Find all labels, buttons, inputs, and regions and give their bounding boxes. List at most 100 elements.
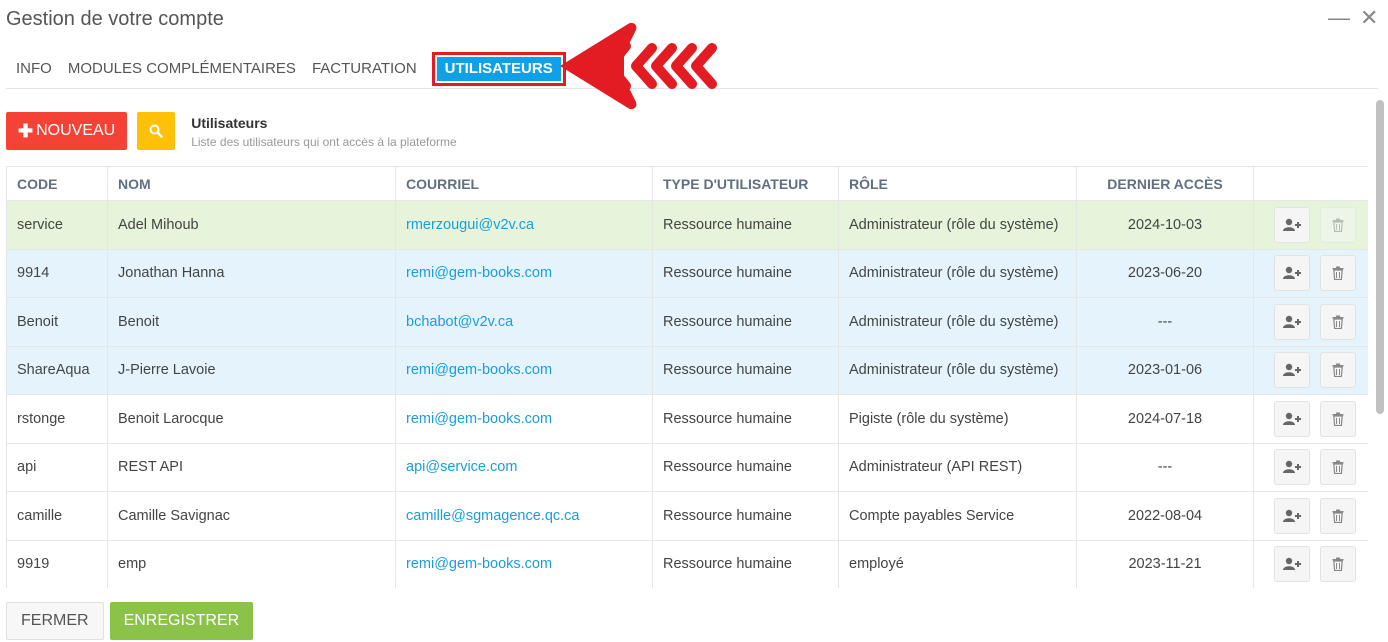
delete-user-button[interactable] xyxy=(1320,449,1356,486)
cell-actions xyxy=(1253,442,1368,492)
table-row[interactable]: ShareAqua J-Pierre Lavoie remi@gem-books.c… xyxy=(6,345,1368,395)
column-header-type[interactable]: TYPE D'UTILISATEUR xyxy=(652,166,839,201)
add-user-icon xyxy=(1283,364,1301,377)
cell-nom: emp xyxy=(107,539,396,588)
table-row[interactable]: api REST API api@service.com Ressource huma… xyxy=(6,442,1368,492)
table-row[interactable]: service Adel Mihoub rmerzougui@v2v.ca Resso… xyxy=(6,200,1368,250)
cell-actions xyxy=(1253,491,1368,541)
cell-dernier-acces: 2023-06-20 xyxy=(1076,248,1254,298)
scrollbar-thumb[interactable] xyxy=(1376,100,1384,414)
cell-nom: REST API xyxy=(107,442,396,492)
cell-role: Administrateur (rôle du système) xyxy=(838,248,1077,298)
cell-type: Ressource humaine xyxy=(652,394,839,444)
toolbar: ✚ NOUVEAU Utilisateurs Liste des utilisa… xyxy=(6,112,457,152)
delete-user-button[interactable] xyxy=(1320,255,1356,292)
add-user-button[interactable] xyxy=(1274,255,1310,292)
section-title: Utilisateurs xyxy=(191,115,268,131)
cell-dernier-acces: --- xyxy=(1076,297,1254,347)
cell-nom: Adel Mihoub xyxy=(107,200,396,250)
cell-role: Administrateur (rôle du système) xyxy=(838,297,1077,347)
column-header-nom[interactable]: NOM xyxy=(107,166,396,201)
email-link[interactable]: camille@sgmagence.qc.ca xyxy=(406,508,580,524)
email-link[interactable]: remi@gem-books.com xyxy=(406,265,552,281)
users-table: CODE NOM COURRIEL TYPE D'UTILISATEUR RÔL… xyxy=(6,166,1368,588)
trash-icon xyxy=(1332,557,1344,572)
tab-utilisateurs[interactable]: UTILISATEURS xyxy=(431,52,566,86)
cell-nom: Benoit xyxy=(107,297,396,347)
cell-actions xyxy=(1253,200,1368,250)
add-user-button[interactable] xyxy=(1274,206,1310,243)
add-user-button[interactable] xyxy=(1274,546,1310,583)
cell-courriel: remi@gem-books.com xyxy=(395,539,653,588)
cell-type: Ressource humaine xyxy=(652,248,839,298)
email-link[interactable]: api@service.com xyxy=(406,459,517,475)
add-user-icon xyxy=(1283,412,1301,425)
save-button[interactable]: ENREGISTRER xyxy=(109,602,254,640)
cell-role: Administrateur (API REST) xyxy=(838,442,1077,492)
search-button[interactable] xyxy=(137,112,176,150)
table-row[interactable]: rstonge Benoit Larocque remi@gem-books.com… xyxy=(6,394,1368,444)
section-subtitle: Liste des utilisateurs qui ont accès à l… xyxy=(191,135,457,149)
delete-user-button[interactable] xyxy=(1320,400,1356,437)
tab-info[interactable]: INFO xyxy=(8,57,60,81)
new-button-label: NOUVEAU xyxy=(36,122,116,139)
delete-user-button[interactable] xyxy=(1320,206,1356,243)
table-header: CODE NOM COURRIEL TYPE D'UTILISATEUR RÔL… xyxy=(6,166,1368,201)
cell-actions xyxy=(1253,297,1368,347)
cell-nom: Camille Savignac xyxy=(107,491,396,541)
close-button[interactable]: FERMER xyxy=(6,602,104,640)
annotation-arrow-icon xyxy=(560,22,717,110)
column-header-code[interactable]: CODE xyxy=(6,166,108,201)
cell-code: api xyxy=(6,442,108,492)
trash-icon xyxy=(1332,315,1344,329)
add-user-icon xyxy=(1283,218,1301,231)
column-header-courriel[interactable]: COURRIEL xyxy=(395,166,653,201)
table-row[interactable]: Benoit Benoit bchabot@v2v.ca Ressource huma… xyxy=(6,297,1368,347)
table-row[interactable]: 9919 emp remi@gem-books.com Ressource humai… xyxy=(6,539,1368,588)
cell-nom: Jonathan Hanna xyxy=(107,248,396,298)
delete-user-button[interactable] xyxy=(1320,352,1356,389)
email-link[interactable]: remi@gem-books.com xyxy=(406,411,552,427)
cell-dernier-acces: 2022-08-04 xyxy=(1076,491,1254,541)
add-user-button[interactable] xyxy=(1274,400,1310,437)
table-row[interactable]: 9914 Jonathan Hanna remi@gem-books.com Ress… xyxy=(6,248,1368,298)
cell-type: Ressource humaine xyxy=(652,297,839,347)
cell-actions xyxy=(1253,248,1368,298)
minimize-icon[interactable]: — xyxy=(1328,6,1350,30)
cell-type: Ressource humaine xyxy=(652,442,839,492)
delete-user-button[interactable] xyxy=(1320,303,1356,340)
column-header-dernier-acces[interactable]: DERNIER ACCÈS xyxy=(1076,166,1254,201)
cell-role: Pigiste (rôle du système) xyxy=(838,394,1077,444)
email-link[interactable]: rmerzougui@v2v.ca xyxy=(406,217,534,233)
add-user-button[interactable] xyxy=(1274,497,1310,534)
table-row[interactable]: camille Camille Savignac camille@sgmagence… xyxy=(6,491,1368,541)
tab-modules[interactable]: MODULES COMPLÉMENTAIRES xyxy=(60,57,304,81)
cell-actions xyxy=(1253,394,1368,444)
email-link[interactable]: remi@gem-books.com xyxy=(406,556,552,572)
cell-actions xyxy=(1253,539,1368,588)
cell-role: employé xyxy=(838,539,1077,588)
close-icon[interactable]: ✕ xyxy=(1360,6,1378,30)
new-user-button[interactable]: ✚ NOUVEAU xyxy=(6,112,128,150)
add-user-button[interactable] xyxy=(1274,449,1310,486)
add-user-icon xyxy=(1283,461,1301,474)
section-header: Utilisateurs Liste des utilisateurs qui … xyxy=(191,115,456,149)
trash-icon xyxy=(1332,412,1344,426)
email-link[interactable]: bchabot@v2v.ca xyxy=(406,314,513,330)
cell-code: ShareAqua xyxy=(6,345,108,395)
delete-user-button[interactable] xyxy=(1320,497,1356,534)
cell-code: Benoit xyxy=(6,297,108,347)
add-user-icon xyxy=(1283,558,1301,571)
cell-dernier-acces: 2024-10-03 xyxy=(1076,200,1254,250)
add-user-icon xyxy=(1283,509,1301,522)
cell-dernier-acces: --- xyxy=(1076,442,1254,492)
cell-role: Compte payables Service xyxy=(838,491,1077,541)
add-user-button[interactable] xyxy=(1274,352,1310,389)
cell-code: 9914 xyxy=(6,248,108,298)
column-header-role[interactable]: RÔLE xyxy=(838,166,1077,201)
tab-facturation[interactable]: FACTURATION xyxy=(304,57,425,81)
delete-user-button[interactable] xyxy=(1320,546,1356,583)
cell-nom: Benoit Larocque xyxy=(107,394,396,444)
email-link[interactable]: remi@gem-books.com xyxy=(406,362,552,378)
add-user-button[interactable] xyxy=(1274,303,1310,340)
